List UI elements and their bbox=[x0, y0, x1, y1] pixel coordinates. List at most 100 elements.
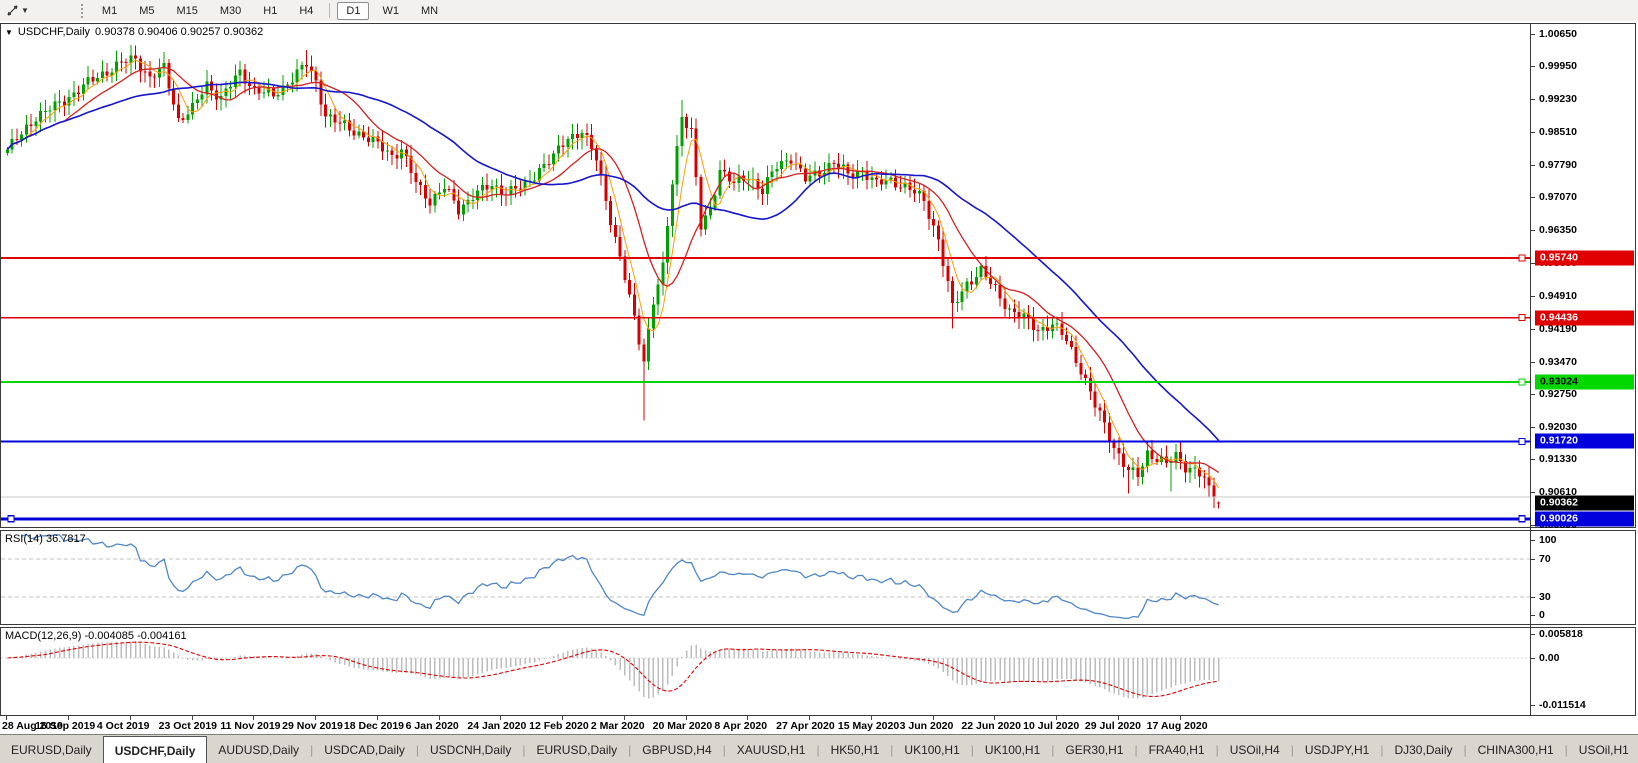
candle-up bbox=[87, 77, 90, 84]
candle-up bbox=[224, 89, 227, 97]
price-axis-tick bbox=[1531, 99, 1535, 100]
price-axis-tick bbox=[1531, 459, 1535, 460]
chart-tab[interactable]: DJ30,Daily bbox=[1383, 735, 1463, 763]
timeframe-buttons: M1M5M15 M30H1H4 D1W1MN bbox=[91, 2, 449, 20]
line-anchor-handle bbox=[1519, 255, 1525, 261]
candle-up bbox=[296, 69, 299, 82]
chart-tab[interactable]: GBPUSD,H4 bbox=[631, 735, 722, 763]
dropdown-caret-icon[interactable]: ▼ bbox=[21, 6, 29, 15]
candle-down bbox=[875, 177, 878, 179]
rsi-axis-tick bbox=[1531, 540, 1535, 541]
price-axis-tick bbox=[1531, 165, 1535, 166]
chart-tab[interactable]: UK100,H1 bbox=[974, 735, 1051, 763]
chart-tab[interactable]: EURUSD,Daily bbox=[0, 735, 103, 763]
candle-up bbox=[239, 69, 242, 75]
candle-down bbox=[1075, 347, 1078, 363]
chart-tab[interactable]: UK100,H1 bbox=[893, 735, 970, 763]
timeframe-button-h4[interactable]: H4 bbox=[290, 2, 322, 20]
candle-up bbox=[965, 281, 968, 291]
candle-down bbox=[120, 62, 123, 63]
candle-down bbox=[1032, 318, 1035, 330]
timeframe-button-h1[interactable]: H1 bbox=[254, 2, 286, 20]
price-axis-tick bbox=[1531, 394, 1535, 395]
chart-tab[interactable]: AUDUSD,Daily bbox=[207, 735, 310, 763]
candle-down bbox=[1094, 392, 1097, 408]
candle-up bbox=[666, 226, 669, 263]
chart-collapse-icon[interactable]: ▼ bbox=[5, 28, 13, 37]
chart-tab[interactable]: GER30,H1 bbox=[1054, 735, 1134, 763]
candle-up bbox=[704, 215, 707, 229]
price-axis-label: 1.00650 bbox=[1539, 28, 1577, 40]
candle-down bbox=[932, 219, 935, 226]
candle-up bbox=[509, 186, 512, 195]
date-label: 3 Jun 2020 bbox=[900, 720, 954, 732]
chart-tab[interactable]: USDCAD,Daily bbox=[313, 735, 416, 763]
candle-down bbox=[91, 77, 94, 81]
candle-down bbox=[248, 83, 251, 86]
main-chart-canvas[interactable] bbox=[1, 24, 1531, 527]
chart-workspace: ▼ USDCHF,Daily 0.90378 0.90406 0.90257 0… bbox=[0, 21, 1638, 734]
candle-up bbox=[647, 329, 650, 362]
chart-tab[interactable]: USOil,H4 bbox=[1219, 735, 1291, 763]
candle-up bbox=[438, 193, 441, 194]
candle-down bbox=[1070, 341, 1073, 347]
chart-tab[interactable]: USOil,H1 bbox=[1568, 735, 1638, 763]
timeframe-button-m15[interactable]: M15 bbox=[167, 2, 206, 20]
chart-tab[interactable]: EURUSD,Daily bbox=[525, 735, 628, 763]
candle-down bbox=[614, 225, 617, 237]
date-axis[interactable]: 28 Aug 201916 Sep 20194 Oct 201923 Oct 2… bbox=[0, 716, 1530, 734]
chart-tab[interactable]: XAUUSD,H1 bbox=[726, 735, 817, 763]
rsi-line bbox=[22, 534, 1219, 618]
candle-down bbox=[951, 281, 954, 303]
rsi-canvas[interactable] bbox=[1, 531, 1531, 624]
rsi-axis-tick bbox=[1531, 597, 1535, 598]
rsi-axis-label: 0 bbox=[1539, 609, 1545, 621]
timeframe-button-w1[interactable]: W1 bbox=[373, 2, 408, 20]
candle-down bbox=[424, 185, 427, 199]
chart-tab[interactable]: USDJPY,H1 bbox=[1294, 735, 1380, 763]
candle-up bbox=[975, 277, 978, 285]
candle-down bbox=[486, 185, 489, 190]
candle-down bbox=[695, 128, 698, 177]
candle-down bbox=[927, 201, 930, 219]
chart-tab[interactable]: CHINA300,H1 bbox=[1467, 735, 1565, 763]
candle-up bbox=[543, 164, 546, 168]
timeframe-button-m1[interactable]: M1 bbox=[93, 2, 126, 20]
candle-down bbox=[414, 173, 417, 182]
candle-down bbox=[338, 122, 341, 123]
candle-down bbox=[1122, 454, 1125, 467]
timeframe-button-mn[interactable]: MN bbox=[412, 2, 447, 20]
rsi-axis-label: 100 bbox=[1539, 534, 1557, 546]
candle-down bbox=[1217, 503, 1220, 504]
chart-tab-active[interactable]: USDCHF,Daily bbox=[103, 736, 208, 763]
candle-up bbox=[481, 185, 484, 191]
timeframe-button-d1[interactable]: D1 bbox=[337, 2, 369, 20]
candle-down bbox=[1103, 411, 1106, 423]
timeframe-button-m5[interactable]: M5 bbox=[130, 2, 163, 20]
candle-up bbox=[58, 102, 61, 103]
ma-13-line bbox=[7, 68, 1218, 473]
price-axis[interactable]: 1.006500.999500.992300.985100.977900.970… bbox=[1531, 21, 1638, 734]
price-line-label-box: 0.91720 bbox=[1535, 434, 1634, 449]
chart-tab[interactable]: USDCNH,Daily bbox=[419, 735, 522, 763]
chart-tab[interactable]: HK50,H1 bbox=[820, 735, 891, 763]
rsi-label: RSI(14) 36.7817 bbox=[5, 533, 86, 545]
candle-down bbox=[1098, 407, 1101, 410]
candle-up bbox=[766, 177, 769, 194]
macd-axis-label: 0.00 bbox=[1539, 652, 1559, 664]
candle-up bbox=[343, 120, 346, 122]
current-price-box: 0.90362 bbox=[1535, 496, 1634, 511]
cursor-tool-icon[interactable] bbox=[4, 3, 20, 19]
candle-up bbox=[771, 171, 774, 177]
candle-down bbox=[324, 105, 327, 117]
candle-down bbox=[1084, 375, 1087, 379]
macd-histogram bbox=[7, 641, 1218, 698]
chart-tab[interactable]: FRA40,H1 bbox=[1138, 735, 1216, 763]
macd-axis-label: -0.011514 bbox=[1539, 699, 1586, 711]
candle-up bbox=[286, 84, 289, 85]
candle-down bbox=[419, 182, 422, 185]
timeframe-button-m30[interactable]: M30 bbox=[211, 2, 250, 20]
macd-canvas[interactable] bbox=[1, 628, 1531, 715]
candle-up bbox=[96, 78, 99, 81]
macd-panel: MACD(12,26,9) -0.004085 -0.004161 bbox=[0, 627, 1636, 716]
